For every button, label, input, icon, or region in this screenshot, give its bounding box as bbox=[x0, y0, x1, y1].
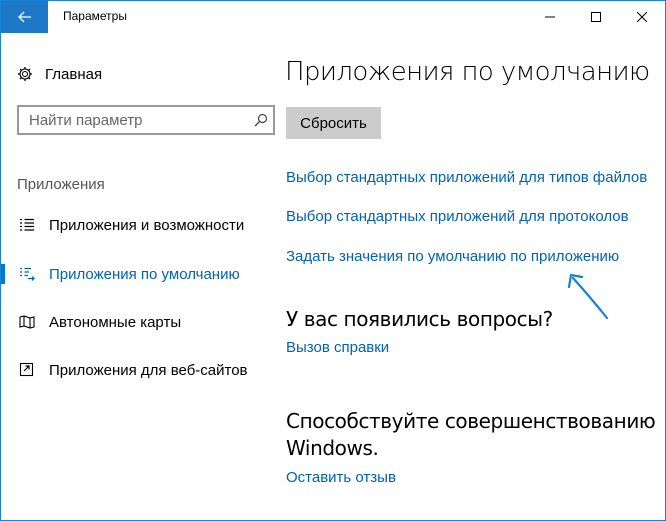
maximize-button[interactable] bbox=[573, 1, 619, 33]
annotation-arrow-icon bbox=[567, 273, 609, 320]
link-give-feedback[interactable]: Оставить отзыв bbox=[286, 469, 396, 486]
minimize-button[interactable] bbox=[527, 1, 573, 33]
close-icon bbox=[637, 12, 647, 22]
improve-heading-line2: Windows. bbox=[286, 436, 379, 460]
window-title: Параметры bbox=[63, 9, 127, 23]
section-label-apps: Приложения bbox=[17, 176, 105, 193]
minimize-icon bbox=[545, 16, 555, 18]
maximize-icon bbox=[591, 12, 601, 22]
back-arrow-icon bbox=[17, 11, 31, 23]
sidebar-item-web-apps[interactable]: Приложения для веб-сайтов bbox=[1, 355, 271, 385]
sidebar-item-default-apps[interactable]: Приложения по умолчанию bbox=[1, 259, 271, 289]
sidebar-item-apps-features[interactable]: Приложения и возможности bbox=[1, 210, 271, 240]
improve-heading: Способствуйте совершенствованию bbox=[286, 409, 656, 433]
search-box[interactable] bbox=[17, 105, 275, 135]
sidebar-item-label: Приложения и возможности bbox=[49, 216, 245, 234]
questions-heading: У вас появились вопросы? bbox=[286, 307, 553, 331]
link-protocol-defaults[interactable]: Выбор стандартных приложений для протоко… bbox=[286, 208, 629, 225]
search-input[interactable] bbox=[29, 111, 244, 129]
settings-window: Параметры Главная Приложения bbox=[0, 0, 666, 521]
sidebar-item-label: Приложения для веб-сайтов bbox=[49, 361, 248, 379]
nav-home[interactable]: Главная bbox=[17, 63, 102, 85]
link-get-help[interactable]: Вызов справки bbox=[286, 339, 389, 356]
search-icon[interactable] bbox=[253, 112, 269, 128]
nav-home-label: Главная bbox=[45, 65, 103, 83]
map-icon bbox=[17, 312, 37, 332]
reset-button[interactable]: Сбросить bbox=[286, 107, 381, 139]
active-indicator bbox=[1, 264, 5, 284]
close-button[interactable] bbox=[619, 1, 665, 33]
sidebar-item-label: Приложения по умолчанию bbox=[49, 265, 240, 283]
link-file-type-defaults[interactable]: Выбор стандартных приложений для типов ф… bbox=[286, 169, 647, 186]
title-bar: Параметры bbox=[1, 1, 665, 33]
web-apps-icon bbox=[17, 360, 37, 380]
back-button[interactable] bbox=[1, 1, 48, 33]
sidebar-item-label: Автономные карты bbox=[49, 313, 182, 331]
default-apps-icon bbox=[17, 264, 37, 284]
apps-list-icon bbox=[17, 215, 37, 235]
page-title: Приложения по умолчанию bbox=[285, 57, 650, 87]
sidebar-item-offline-maps[interactable]: Автономные карты bbox=[1, 307, 271, 337]
gear-icon bbox=[17, 66, 33, 82]
